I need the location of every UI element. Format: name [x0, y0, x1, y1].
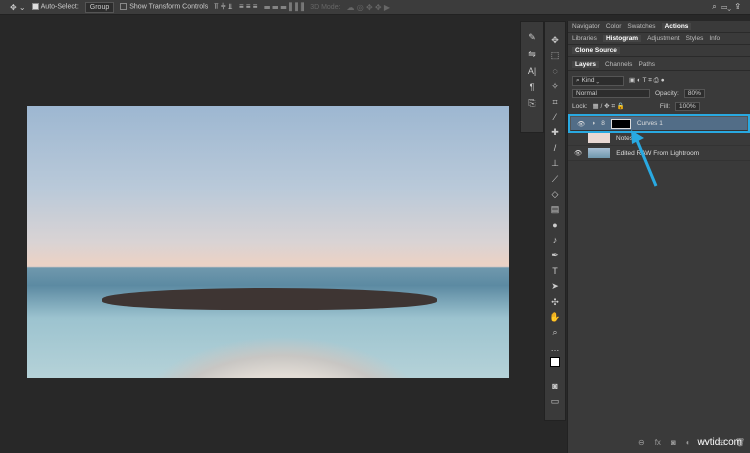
document-canvas-image[interactable]: [27, 106, 509, 378]
tab-actions[interactable]: Actions: [661, 23, 692, 30]
shape-icon[interactable]: ✣: [551, 296, 559, 309]
marquee-icon[interactable]: ⬚: [551, 49, 560, 62]
layer-name: Curves 1: [636, 120, 663, 127]
layers-tabs: Layers Channels Paths: [568, 59, 750, 71]
fill-input[interactable]: 100%: [675, 102, 700, 111]
blend-row: Normal Opacity: 80%: [568, 87, 750, 100]
auto-select-dropdown[interactable]: Group: [84, 1, 115, 13]
blur-icon[interactable]: ●: [552, 219, 557, 232]
panel-tabs-row3: Clone Source: [568, 45, 750, 57]
brush-icon[interactable]: /: [554, 142, 557, 155]
type-icon[interactable]: T: [552, 265, 558, 278]
tab-clone-source[interactable]: Clone Source: [572, 47, 620, 54]
panel-tabs-row2: Libraries Histogram Adjustment Styles In…: [568, 33, 750, 45]
history-brush-icon[interactable]: ⟋: [552, 173, 558, 186]
lock-label: Lock:: [572, 103, 588, 110]
healing-icon[interactable]: ✚: [551, 126, 559, 139]
blend-mode-dropdown[interactable]: Normal: [572, 89, 650, 98]
eye-icon[interactable]: 👁: [574, 149, 582, 157]
history-icon[interactable]: ⎘: [528, 98, 535, 109]
filter-kind-dropdown[interactable]: ⌕ Kind ⌄: [572, 75, 624, 86]
transform-controls-checkbox[interactable]: Show Transform Controls: [120, 3, 209, 11]
layer-thumbnail: [588, 133, 610, 143]
new-adjustment-icon[interactable]: ◐: [686, 438, 691, 447]
crop-icon[interactable]: ⌗: [552, 96, 557, 109]
tab-styles[interactable]: Styles: [686, 35, 704, 42]
stamp-icon[interactable]: ⊥: [551, 157, 559, 170]
3d-mode-label: 3D Mode:: [310, 3, 341, 11]
rock-island: [102, 288, 437, 310]
move-tool-icon[interactable]: ✥ ⌄: [10, 3, 26, 12]
quick-mask-icon[interactable]: ◙: [552, 380, 557, 393]
dodge-icon[interactable]: ♪: [553, 234, 558, 247]
layer-thumbnail: [588, 148, 611, 158]
tab-adjustment[interactable]: Adjustment: [647, 35, 680, 42]
tab-navigator[interactable]: Navigator: [572, 23, 600, 30]
color-swatches-icon[interactable]: [550, 357, 560, 377]
eraser-icon[interactable]: ◇: [552, 188, 559, 201]
tab-color[interactable]: Color: [606, 23, 622, 30]
arrow-annotation: [631, 130, 658, 187]
opacity-input[interactable]: 80%: [683, 89, 705, 98]
auto-select-label: Auto-Select:: [40, 3, 79, 11]
align-icons[interactable]: ⫪ ⫩ ⫫ ≡ ≡ ≡ ☰ ☰ ☰ ⫼ ⫼ ⫼: [214, 2, 304, 12]
eye-icon[interactable]: 👁: [577, 120, 585, 128]
3d-icons[interactable]: ☁ ◎ ✥ ✥ ▶: [347, 3, 390, 12]
fill-label: Fill:: [659, 103, 671, 110]
tab-info[interactable]: Info: [709, 35, 720, 42]
sand-spit: [127, 336, 437, 378]
watermark: wvtid.com: [697, 437, 742, 448]
lasso-icon[interactable]: ◌: [552, 65, 557, 78]
link-layers-icon[interactable]: ⊖: [638, 438, 645, 447]
tab-swatches[interactable]: Swatches: [627, 23, 655, 30]
tab-paths[interactable]: Paths: [638, 61, 655, 68]
add-mask-icon[interactable]: ◙: [671, 438, 676, 447]
right-panels: Navigator Color Swatches Actions Librari…: [567, 21, 750, 453]
opacity-label: Opacity:: [655, 90, 679, 97]
tab-channels[interactable]: Channels: [605, 61, 632, 68]
options-bar: ✥ ⌄ Auto-Select: Group Show Transform Co…: [0, 0, 750, 15]
tab-histogram[interactable]: Histogram: [602, 35, 642, 42]
filter-kind-label: Kind: [581, 76, 595, 84]
pen-icon[interactable]: ✒: [551, 249, 559, 262]
brush-settings-icon[interactable]: ✎: [528, 32, 536, 43]
move-icon[interactable]: ✥: [551, 34, 559, 47]
adjust-icon[interactable]: ⇋: [528, 49, 536, 60]
toolbar: ✥ ⬚ ◌ ✧ ⌗ ⁄ ✚ / ⊥ ⟋ ◇ ▤ ● ♪ ✒ T ➤ ✣ ✋ ⌕ …: [544, 21, 566, 421]
auto-select-checkbox[interactable]: Auto-Select:: [31, 3, 79, 11]
tab-libraries[interactable]: Libraries: [572, 35, 597, 42]
mask-thumbnail[interactable]: [610, 118, 631, 129]
character-icon[interactable]: A|: [528, 66, 536, 76]
filter-icons[interactable]: ▣ ◐ T ⌗ ⎙ ●: [629, 76, 665, 85]
search-icon[interactable]: ⌕ ▭⌄ ⇪: [712, 2, 740, 12]
link-icon: 8: [601, 120, 605, 127]
transform-label: Show Transform Controls: [129, 3, 209, 11]
filter-row: ⌕ Kind ⌄ ▣ ◐ T ⌗ ⎙ ●: [568, 74, 750, 87]
mini-panel-dock: ✎ ⇋ A| ¶ ⎘: [520, 21, 544, 133]
panel-tabs-row1: Navigator Color Swatches Actions: [568, 21, 750, 33]
zoom-icon[interactable]: ⌕: [552, 326, 557, 339]
tab-layers[interactable]: Layers: [572, 61, 599, 68]
adjustment-icon: ◑: [591, 120, 596, 127]
screen-mode-icon[interactable]: ▭: [551, 395, 560, 408]
path-select-icon[interactable]: ➤: [551, 280, 559, 293]
magic-wand-icon[interactable]: ✧: [551, 80, 559, 93]
more-icon[interactable]: …: [551, 342, 560, 355]
eyedropper-icon[interactable]: ⁄: [554, 111, 556, 124]
lock-icons[interactable]: ▦ / ✥ ⌗ 🔒: [593, 102, 625, 111]
hand-icon[interactable]: ✋: [549, 311, 560, 324]
fx-icon[interactable]: fx: [655, 438, 661, 447]
paragraph-icon[interactable]: ¶: [530, 82, 535, 92]
gradient-icon[interactable]: ▤: [551, 203, 560, 216]
lock-row: Lock: ▦ / ✥ ⌗ 🔒 Fill: 100%: [568, 100, 750, 113]
